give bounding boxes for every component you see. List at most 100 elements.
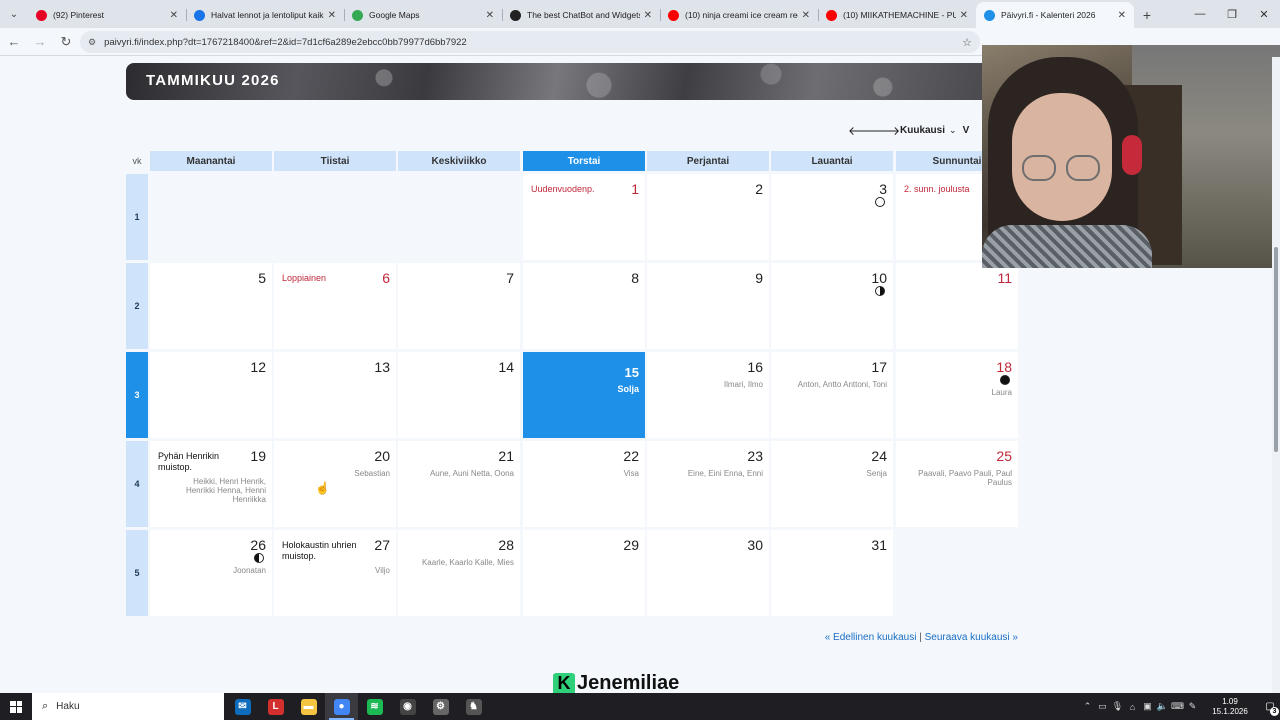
day-cell[interactable]: 6 Loppiainen	[274, 263, 396, 349]
browser-tab[interactable]: The best ChatBot and Widgets ✕	[502, 2, 660, 28]
taskbar-mail-app[interactable]: ✉	[226, 693, 259, 720]
day-number: 7	[506, 270, 514, 286]
holiday-label: Loppiainen	[282, 273, 327, 283]
tab-close-icon[interactable]: ✕	[170, 10, 178, 21]
display-icon[interactable]: ▣	[1140, 701, 1155, 712]
tab-search-chevron-icon[interactable]: ⌄	[0, 0, 28, 28]
tab-close-icon[interactable]: ✕	[802, 10, 810, 21]
browser-tab[interactable]: (10) MIIKATHEMACHINE - PULL ✕	[818, 2, 976, 28]
day-cell[interactable]: 2	[647, 174, 769, 260]
taskbar-misc-app[interactable]: ⚙	[424, 693, 457, 720]
next-month-link[interactable]: Seuraava kuukausi »	[925, 632, 1018, 643]
minimize-icon[interactable]: —	[1184, 0, 1216, 28]
language-icon[interactable]: ⌨	[1170, 701, 1185, 712]
start-button[interactable]	[0, 693, 32, 720]
day-cell[interactable]: 29	[523, 530, 645, 616]
day-cell[interactable]: 22 Visa	[523, 441, 645, 527]
restore-icon[interactable]: ❐	[1216, 0, 1248, 28]
tab-close-icon[interactable]: ✕	[486, 10, 494, 21]
prev-arrow-icon[interactable]: 🡐	[848, 123, 880, 138]
day-cell[interactable]: 24 Senja	[771, 441, 893, 527]
day-cell[interactable]: 23 Eine, Eini Enna, Enni	[647, 441, 769, 527]
day-cell[interactable]: 20 Sebastian	[274, 441, 396, 527]
url-field[interactable]: ⚙ paivyri.fi/index.php?dt=1767218400&ref…	[80, 31, 980, 53]
prev-month-link[interactable]: « Edellinen kuukausi	[825, 632, 917, 643]
week-number[interactable]: 1	[126, 174, 148, 260]
microphone-icon[interactable]: 🎙	[1110, 701, 1125, 712]
week-number[interactable]: 4	[126, 441, 148, 527]
week-column-header: vk	[132, 156, 142, 166]
network-icon[interactable]: ⌂	[1125, 702, 1140, 712]
day-number: 29	[623, 537, 639, 553]
tab-close-icon[interactable]: ✕	[960, 10, 968, 21]
page-scrollbar[interactable]	[1272, 57, 1280, 693]
day-cell[interactable]: 13	[274, 352, 396, 438]
battery-icon[interactable]: ▭	[1095, 701, 1110, 712]
chevron-down-icon[interactable]: ⌄	[949, 125, 957, 136]
browser-tab[interactable]: Google Maps ✕	[344, 2, 502, 28]
new-tab-button[interactable]: +	[1134, 2, 1160, 28]
day-number: 2	[755, 181, 763, 197]
webcam-overlay	[982, 45, 1280, 268]
week-number[interactable]: 5	[126, 530, 148, 616]
notification-icon[interactable]: ▢ 3	[1260, 698, 1280, 716]
day-cell[interactable]: 26 Joonatan	[150, 530, 272, 616]
taskbar-spotify-app[interactable]: ≋	[358, 693, 391, 720]
browser-tab[interactable]: (92) Pinterest ✕	[28, 2, 186, 28]
taskbar-l-app[interactable]: L	[259, 693, 292, 720]
scrollbar-thumb[interactable]	[1274, 247, 1278, 452]
taskbar-search[interactable]: ⌕ Haku	[32, 693, 224, 720]
browser-tab[interactable]: Päivyri.fi - Kalenteri 2026 ✕	[976, 2, 1134, 28]
pen-icon[interactable]: ✎	[1185, 701, 1200, 712]
day-cell[interactable]: 9	[647, 263, 769, 349]
next-arrow-icon[interactable]: 🡒	[868, 123, 900, 138]
day-cell[interactable]: 19 Pyhän Henrikin muistop. Heikki, Henri H…	[150, 441, 272, 527]
week-number[interactable]: 2	[126, 263, 148, 349]
speaker-icon[interactable]: 🔈	[1155, 701, 1170, 712]
back-icon[interactable]: ←	[2, 30, 26, 54]
day-cell[interactable]: 25 Paavali, Paavo Pauli, Paul Paulus	[896, 441, 1018, 527]
close-window-icon[interactable]: ✕	[1248, 0, 1280, 28]
day-cell[interactable]: 28 Kaarle, Kaarlo Kalle, Mies	[398, 530, 520, 616]
site-info-icon[interactable]: ⚙	[88, 37, 96, 48]
bookmark-star-icon[interactable]: ☆	[962, 36, 972, 49]
day-cell[interactable]: 27 Holokaustin uhrien muistop. Viljo	[274, 530, 396, 616]
tab-close-icon[interactable]: ✕	[1118, 10, 1126, 21]
view-select[interactable]: Kuukausi	[900, 125, 945, 136]
taskbar-file-explorer[interactable]: ▬	[292, 693, 325, 720]
day-cell[interactable]: 12	[150, 352, 272, 438]
reload-icon[interactable]: ↻	[54, 30, 78, 54]
mail-app-icon: ✉	[234, 698, 251, 715]
taskbar-chrome-app[interactable]: ●	[325, 693, 358, 720]
day-cell[interactable]: 15 Solja	[523, 352, 645, 438]
day-cell[interactable]: 16 Ilmari, Ilmo	[647, 352, 769, 438]
week-number[interactable]: 3	[126, 352, 148, 438]
name-day-names: Kaarle, Kaarlo Kalle, Mies	[421, 558, 514, 567]
browser-tab[interactable]: Halvat lennot ja lentoliput kaikk ✕	[186, 2, 344, 28]
taskbar-apps: ✉ L ▬ ● ≋ ◉ ⚙ ♞	[226, 693, 490, 720]
day-cell[interactable]: 1 Uudenvuodenp.	[523, 174, 645, 260]
day-cell[interactable]: 5	[150, 263, 272, 349]
tab-close-icon[interactable]: ✕	[328, 10, 336, 21]
tab-close-icon[interactable]: ✕	[644, 10, 652, 21]
day-cell[interactable]: 18 Laura	[896, 352, 1018, 438]
taskbar-clock[interactable]: 1.09 15.1.2026	[1206, 697, 1254, 716]
forward-icon[interactable]: →	[28, 30, 52, 54]
taskbar-obs-app[interactable]: ◉	[391, 693, 424, 720]
name-day-names: Paavali, Paavo Pauli, Paul Paulus	[918, 469, 1012, 487]
day-cell[interactable]: 21 Aune, Auni Netta, Oona	[398, 441, 520, 527]
day-cell[interactable]: 11	[896, 263, 1018, 349]
day-cell[interactable]: 10	[771, 263, 893, 349]
day-cell[interactable]: 30	[647, 530, 769, 616]
day-cell[interactable]: 17 Anton, Antto Anttoni, Toni	[771, 352, 893, 438]
day-cell[interactable]: 3	[771, 174, 893, 260]
browser-tab[interactable]: (10) ninja creami ice cream reci ✕	[660, 2, 818, 28]
l-app-icon: L	[267, 698, 284, 715]
taskbar-game-app[interactable]: ♞	[457, 693, 490, 720]
day-cell[interactable]: 14	[398, 352, 520, 438]
day-cell[interactable]: 8	[523, 263, 645, 349]
day-cell[interactable]: 31	[771, 530, 893, 616]
tray-chevron-icon[interactable]: ⌃	[1080, 701, 1095, 712]
day-cell[interactable]: 7	[398, 263, 520, 349]
view-select-secondary[interactable]: V	[963, 125, 970, 136]
